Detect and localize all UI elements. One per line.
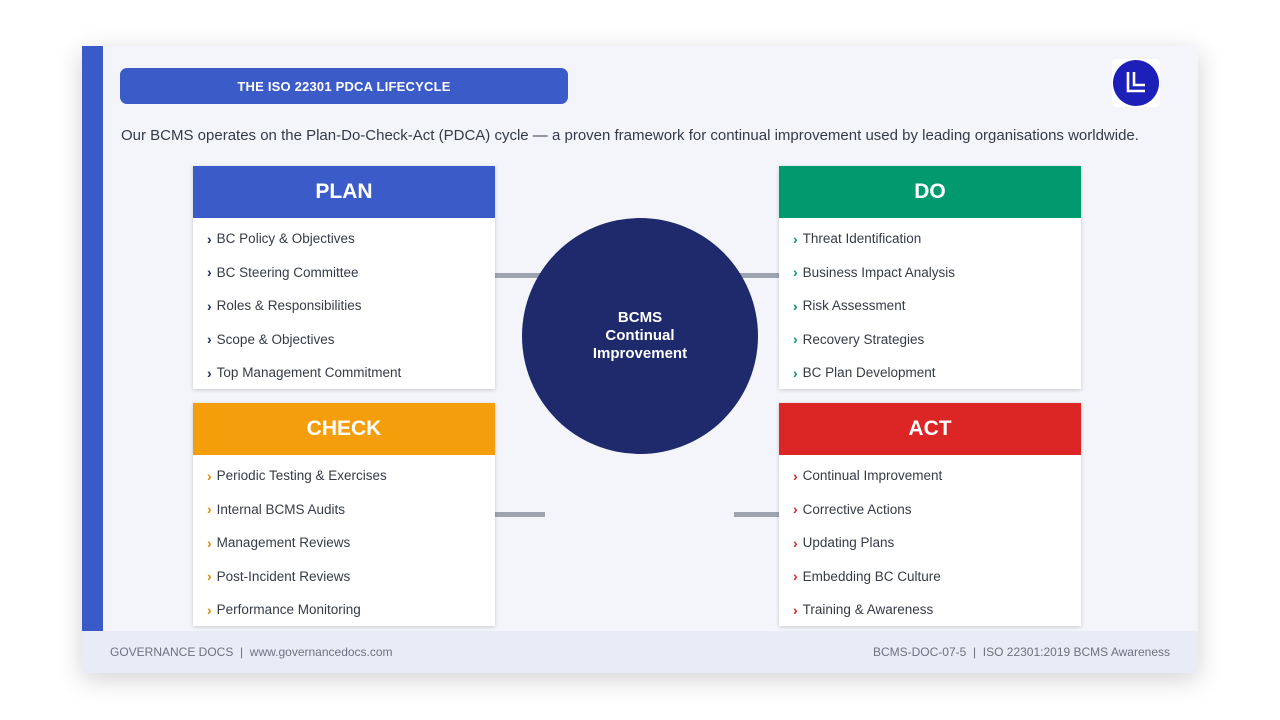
act-list: › Continual Improvement › Corrective Actio… bbox=[779, 455, 1081, 627]
list-item: › Management Reviews bbox=[207, 526, 495, 560]
check-card: CHECK › Periodic Testing & Exercises › Int… bbox=[193, 403, 495, 626]
chevron-right-icon: › bbox=[793, 501, 798, 518]
list-item: › Recovery Strategies bbox=[793, 323, 1081, 357]
plan-item-label: Top Management Commitment bbox=[216, 365, 402, 381]
chevron-right-icon: › bbox=[207, 297, 212, 314]
intro-text: Our BCMS operates on the Plan-Do-Check-A… bbox=[121, 127, 1139, 144]
list-item: › Updating Plans bbox=[793, 526, 1081, 560]
chevron-right-icon: › bbox=[793, 467, 798, 484]
check-header: CHECK bbox=[193, 403, 495, 455]
slide: THE ISO 22301 PDCA LIFECYCLE Our BCMS op… bbox=[82, 46, 1198, 673]
chevron-right-icon: › bbox=[207, 568, 212, 585]
chevron-right-icon: › bbox=[793, 568, 798, 585]
act-item-label: Training & Awareness bbox=[802, 602, 934, 618]
chevron-right-icon: › bbox=[207, 264, 212, 281]
do-item-label: Recovery Strategies bbox=[802, 331, 925, 347]
check-item-label: Post-Incident Reviews bbox=[216, 568, 351, 584]
do-item-label: Threat Identification bbox=[802, 231, 922, 247]
chevron-right-icon: › bbox=[793, 230, 798, 247]
plan-item-label: BC Policy & Objectives bbox=[216, 231, 355, 247]
connector-check bbox=[493, 512, 545, 517]
list-item: › Continual Improvement bbox=[793, 459, 1081, 493]
list-item: › Embedding BC Culture bbox=[793, 560, 1081, 594]
center-circle: BCMS Continual Improvement bbox=[522, 218, 758, 454]
act-item-label: Embedding BC Culture bbox=[802, 568, 941, 584]
chevron-right-icon: › bbox=[793, 264, 798, 281]
check-item-label: Management Reviews bbox=[216, 535, 351, 551]
list-item: › Top Management Commitment bbox=[207, 356, 495, 390]
list-item: › Scope & Objectives bbox=[207, 323, 495, 357]
chevron-right-icon: › bbox=[793, 364, 798, 381]
check-item-label: Periodic Testing & Exercises bbox=[216, 468, 387, 484]
chevron-right-icon: › bbox=[207, 501, 212, 518]
list-item: › Training & Awareness bbox=[793, 593, 1081, 627]
do-item-label: BC Plan Development bbox=[802, 365, 936, 381]
list-item: › Periodic Testing & Exercises bbox=[207, 459, 495, 493]
act-card: ACT › Continual Improvement › Corrective A… bbox=[779, 403, 1081, 626]
list-item: › Risk Assessment bbox=[793, 289, 1081, 323]
act-item-label: Corrective Actions bbox=[802, 501, 912, 517]
chevron-right-icon: › bbox=[207, 467, 212, 484]
footer: GOVERNANCE DOCS | www.governancedocs.com… bbox=[82, 631, 1198, 673]
list-item: › Business Impact Analysis bbox=[793, 256, 1081, 290]
chevron-right-icon: › bbox=[207, 230, 212, 247]
plan-item-label: BC Steering Committee bbox=[216, 264, 359, 280]
do-card: DO › Threat Identification › Business Impa… bbox=[779, 166, 1081, 389]
act-item-label: Continual Improvement bbox=[802, 468, 943, 484]
chevron-right-icon: › bbox=[793, 331, 798, 348]
list-item: › BC Steering Committee bbox=[207, 256, 495, 290]
center-line-2: Continual bbox=[605, 327, 675, 344]
list-item: › Threat Identification bbox=[793, 222, 1081, 256]
check-item-label: Performance Monitoring bbox=[216, 602, 361, 618]
footer-left: GOVERNANCE DOCS | www.governancedocs.com bbox=[110, 645, 393, 659]
chevron-right-icon: › bbox=[207, 331, 212, 348]
check-item-label: Internal BCMS Audits bbox=[216, 501, 345, 517]
chevron-right-icon: › bbox=[793, 601, 798, 618]
company-logo bbox=[1112, 59, 1160, 107]
plan-header: PLAN bbox=[193, 166, 495, 218]
check-list: › Periodic Testing & Exercises › Internal … bbox=[193, 455, 495, 627]
act-item-label: Updating Plans bbox=[802, 535, 895, 551]
center-line-3: Improvement bbox=[592, 345, 688, 362]
list-item: › BC Policy & Objectives bbox=[207, 222, 495, 256]
do-list: › Threat Identification › Business Impact … bbox=[779, 218, 1081, 390]
list-item: › Roles & Responsibilities bbox=[207, 289, 495, 323]
do-header: DO bbox=[779, 166, 1081, 218]
chevron-right-icon: › bbox=[793, 534, 798, 551]
list-item: › Post-Incident Reviews bbox=[207, 560, 495, 594]
chevron-right-icon: › bbox=[207, 364, 212, 381]
plan-item-label: Scope & Objectives bbox=[216, 331, 335, 347]
plan-card: PLAN › BC Policy & Objectives › BC Steerin… bbox=[193, 166, 495, 389]
act-header: ACT bbox=[779, 403, 1081, 455]
do-item-label: Business Impact Analysis bbox=[802, 264, 955, 280]
accent-side-bar bbox=[82, 46, 103, 631]
do-item-label: Risk Assessment bbox=[802, 298, 906, 314]
footer-right: BCMS-DOC-07-5 | ISO 22301:2019 BCMS Awar… bbox=[872, 645, 1170, 659]
list-item: › BC Plan Development bbox=[793, 356, 1081, 390]
list-item: › Corrective Actions bbox=[793, 493, 1081, 527]
list-item: › Performance Monitoring bbox=[207, 593, 495, 627]
ll-logo-icon bbox=[1113, 60, 1159, 106]
chevron-right-icon: › bbox=[207, 601, 212, 618]
plan-list: › BC Policy & Objectives › BC Steering Com… bbox=[193, 218, 495, 390]
list-item: › Internal BCMS Audits bbox=[207, 493, 495, 527]
chevron-right-icon: › bbox=[207, 534, 212, 551]
plan-item-label: Roles & Responsibilities bbox=[216, 298, 362, 314]
chevron-right-icon: › bbox=[793, 297, 798, 314]
center-line-1: BCMS bbox=[617, 309, 663, 326]
slide-title: THE ISO 22301 PDCA LIFECYCLE bbox=[120, 68, 568, 104]
